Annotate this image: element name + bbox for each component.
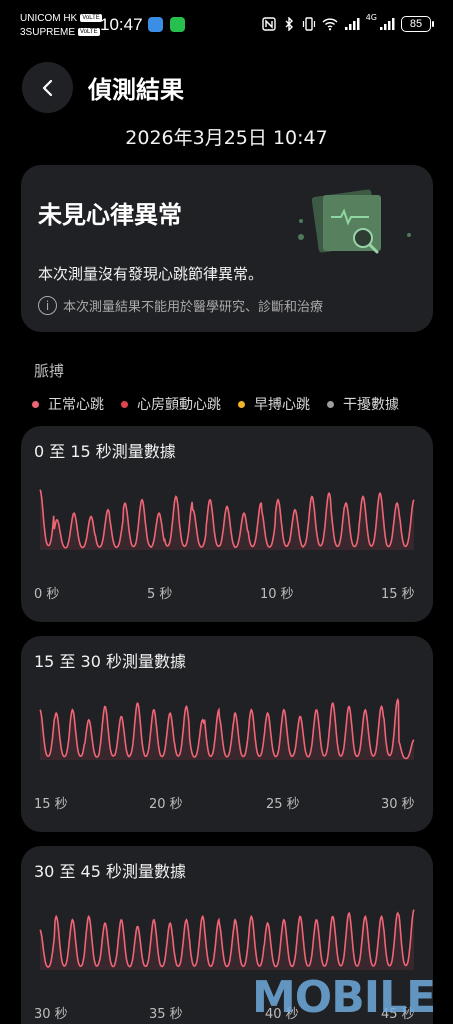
status-icons: 4G 85	[262, 13, 434, 34]
status-clock: 10:47	[100, 15, 143, 34]
chart-card-0-15: 0 至 15 秒測量數據 0 秒 5 秒 10 秒 15 秒	[21, 426, 433, 622]
carrier-2-label: 3SUPREME	[20, 27, 76, 38]
result-description: 本次測量沒有發現心跳節律異常。	[38, 265, 264, 283]
x-tick-label: 35 秒	[149, 1007, 183, 1022]
pulse-waveform-line	[39, 909, 415, 968]
legend-dot-premature	[238, 400, 245, 408]
legend-label-interference: 干擾數據	[343, 397, 399, 413]
legend-dot-normal	[32, 400, 39, 408]
legend-item-interference: 干擾數據	[327, 394, 399, 414]
x-tick-label: 30 秒	[381, 797, 415, 812]
chart-title: 0 至 15 秒測量數據	[34, 442, 176, 461]
pulse-legend: 正常心跳 心房顫動心跳 早搏心跳 干擾數據	[32, 394, 399, 414]
x-tick-label: 20 秒	[149, 797, 183, 812]
legend-dot-interference	[327, 400, 334, 408]
result-title: 未見心律異常	[38, 201, 182, 229]
bluetooth-icon	[285, 17, 293, 31]
status-bar: UNICOM HK VoLTE 3SUPREME VoLTE 10:47 4G 85	[0, 0, 453, 50]
legend-label-premature: 早搏心跳	[254, 397, 310, 413]
x-tick-label: 10 秒	[260, 587, 294, 602]
chart-title: 30 至 45 秒測量數據	[34, 862, 186, 881]
x-tick-label: 15 秒	[34, 797, 68, 812]
waveform-area	[40, 699, 414, 760]
notification-app-icon	[148, 17, 163, 32]
network-type: 4G	[365, 13, 377, 22]
page-title: 偵測結果	[88, 76, 184, 104]
pulse-section-label: 脈搏	[34, 362, 65, 380]
waveform-area	[40, 909, 414, 970]
measurement-datetime: 2026年3月25日 10:47	[125, 127, 328, 149]
legend-item-premature: 早搏心跳	[238, 394, 310, 414]
legend-label-afib: 心房顫動心跳	[137, 397, 221, 413]
chevron-left-icon	[42, 79, 52, 96]
back-button[interactable]	[22, 62, 73, 113]
pulse-waveform-line	[39, 697, 415, 760]
x-tick-label: 15 秒	[381, 587, 415, 602]
x-tick-label: 30 秒	[34, 1007, 68, 1022]
wifi-icon	[322, 18, 338, 31]
legend-label-normal: 正常心跳	[48, 397, 104, 413]
x-tick-label: 5 秒	[147, 587, 173, 602]
disclaimer: i 本次測量結果不能用於醫學研究、診斷和治療	[38, 296, 323, 315]
carrier-2: 3SUPREME VoLTE	[20, 27, 100, 39]
nfc-icon	[262, 17, 276, 31]
legend-dot-afib	[121, 400, 128, 408]
x-tick-label: 25 秒	[266, 797, 300, 812]
watermark: MOBILE	[252, 972, 436, 1023]
carrier-1: UNICOM HK VoLTE	[20, 13, 102, 25]
vibrate-icon	[302, 17, 315, 31]
legend-item-afib: 心房顫動心跳	[121, 394, 221, 414]
signal-2-icon	[380, 18, 395, 30]
result-card: 未見心律異常 本次測量沒有發現心跳節律異常。 i 本次測量結果不能用於醫學研究、…	[21, 165, 433, 332]
ecg-report-illustration-icon	[298, 189, 411, 254]
battery-indicator: 85	[401, 16, 434, 32]
carrier-1-label: UNICOM HK	[20, 13, 78, 24]
pulse-waveform-chart	[39, 489, 415, 550]
whatsapp-icon	[170, 17, 185, 32]
info-icon: i	[38, 296, 57, 315]
pulse-waveform-chart	[39, 697, 415, 760]
chart-title: 15 至 30 秒測量數據	[34, 652, 186, 671]
battery-level: 85	[409, 18, 423, 30]
legend-item-normal: 正常心跳	[32, 394, 104, 414]
signal-1-icon	[344, 18, 360, 30]
volte-badge-2: VoLTE	[78, 28, 100, 37]
disclaimer-text: 本次測量結果不能用於醫學研究、診斷和治療	[63, 300, 324, 315]
volte-badge-1: VoLTE	[80, 14, 102, 23]
chart-card-15-30: 15 至 30 秒測量數據 15 秒 20 秒 25 秒 30 秒	[21, 636, 433, 832]
x-tick-label: 0 秒	[34, 587, 60, 602]
